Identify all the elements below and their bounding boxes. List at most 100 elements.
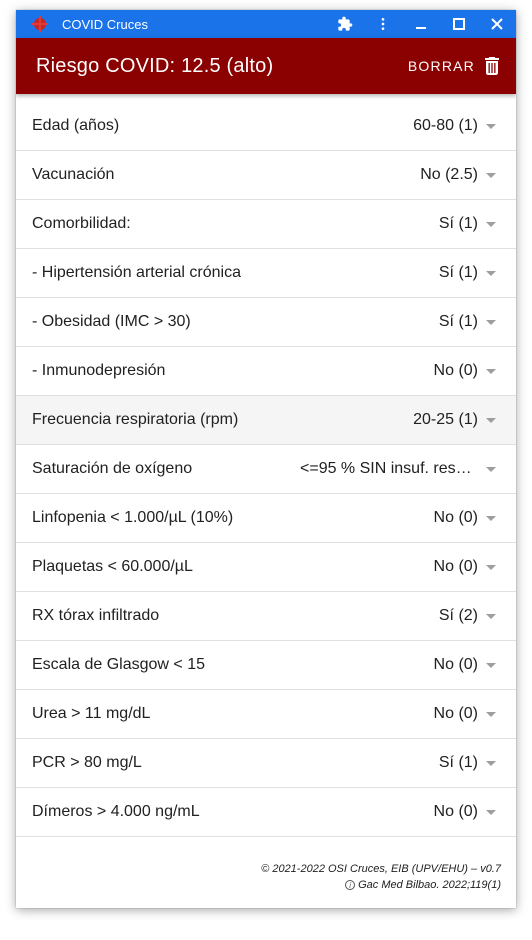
footer: © 2021-2022 OSI Cruces, EIB (UPV/EHU) – … [16, 837, 516, 893]
select-glasgow[interactable]: No (0) [434, 656, 496, 674]
row-label: Saturación de oxígeno [32, 460, 193, 477]
row-label: Linfopenia < 1.000/µL (10%) [32, 509, 234, 526]
row-value: Sí (2) [438, 607, 478, 624]
chevron-down-icon [486, 760, 496, 766]
select-plaquetas[interactable]: No (0) [434, 558, 496, 576]
row-urea[interactable]: Urea > 11 mg/dL No (0) [16, 690, 516, 739]
row-comorbilidad[interactable]: Comorbilidad: Sí (1) [16, 200, 516, 249]
chevron-down-icon [486, 466, 496, 472]
row-plaquetas[interactable]: Plaquetas < 60.000/µL No (0) [16, 543, 516, 592]
puzzle-icon [338, 16, 353, 31]
title-bar: COVID Cruces [16, 10, 516, 38]
select-rx-torax[interactable]: Sí (2) [439, 607, 496, 625]
trash-icon [485, 57, 499, 75]
row-value: Sí (1) [438, 215, 478, 232]
row-label: - Obesidad (IMC > 30) [32, 313, 191, 330]
info-icon[interactable]: i [345, 880, 356, 890]
select-saturacion-oxigeno[interactable]: <=95 % SIN insuf. respiratoria [300, 460, 496, 478]
row-label: Frecuencia respiratoria (rpm) [32, 411, 239, 428]
row-label: - Hipertensión arterial crónica [32, 264, 241, 281]
row-value: No (0) [433, 705, 478, 722]
row-value: Sí (1) [438, 754, 478, 771]
row-value: No (0) [433, 509, 478, 526]
row-label: PCR > 80 mg/L [32, 754, 142, 771]
row-value: No (0) [433, 803, 478, 820]
row-label: Dímeros > 4.000 ng/mL [32, 803, 200, 820]
row-label: Plaquetas < 60.000/µL [32, 558, 193, 575]
row-obesidad[interactable]: - Obesidad (IMC > 30) Sí (1) [16, 298, 516, 347]
minimize-icon [416, 27, 426, 29]
row-value: No (0) [433, 362, 478, 379]
row-label: Urea > 11 mg/dL [32, 705, 151, 722]
close-icon [491, 18, 503, 30]
chevron-down-icon [486, 221, 496, 227]
row-value: No (0) [433, 656, 478, 673]
select-obesidad[interactable]: Sí (1) [439, 313, 496, 331]
chevron-down-icon [486, 564, 496, 570]
select-vacunacion[interactable]: No (2.5) [420, 166, 496, 184]
select-comorbilidad[interactable]: Sí (1) [439, 215, 496, 233]
select-pcr[interactable]: Sí (1) [439, 754, 496, 772]
extensions-button[interactable] [326, 10, 364, 38]
row-label: Escala de Glasgow < 15 [32, 656, 205, 673]
row-glasgow[interactable]: Escala de Glasgow < 15 No (0) [16, 641, 516, 690]
minimize-button[interactable] [402, 10, 440, 38]
row-frecuencia-respiratoria[interactable]: Frecuencia respiratoria (rpm) 20-25 (1) [16, 396, 516, 445]
chevron-down-icon [486, 417, 496, 423]
reference-line: i Gac Med Bilbao. 2022;119(1) [16, 877, 501, 893]
chevron-down-icon [486, 515, 496, 521]
chevron-down-icon [486, 613, 496, 619]
app-header: Riesgo COVID: 12.5 (alto) BORRAR [16, 38, 516, 94]
close-button[interactable] [478, 10, 516, 38]
more-options-button[interactable] [364, 10, 402, 38]
copyright-text: © 2021-2022 OSI Cruces, EIB (UPV/EHU) – … [261, 863, 501, 875]
select-linfopenia[interactable]: No (0) [434, 509, 496, 527]
row-pcr[interactable]: PCR > 80 mg/L Sí (1) [16, 739, 516, 788]
row-label: Edad (años) [32, 117, 120, 134]
row-label: - Inmunodepresión [32, 362, 166, 379]
row-value: Sí (1) [438, 313, 478, 330]
row-value: 20-25 (1) [413, 411, 478, 428]
row-rx-torax[interactable]: RX tórax infiltrado Sí (2) [16, 592, 516, 641]
maximize-icon [453, 18, 465, 30]
row-value: No (0) [433, 558, 478, 575]
row-label: Vacunación [32, 166, 115, 183]
chevron-down-icon [486, 270, 496, 276]
covid-virus-icon [32, 16, 48, 32]
select-urea[interactable]: No (0) [434, 705, 496, 723]
chevron-down-icon [486, 319, 496, 325]
row-value: Sí (1) [438, 264, 478, 281]
row-linfopenia[interactable]: Linfopenia < 1.000/µL (10%) No (0) [16, 494, 516, 543]
row-hipertension[interactable]: - Hipertensión arterial crónica Sí (1) [16, 249, 516, 298]
chevron-down-icon [486, 711, 496, 717]
clear-button-label: BORRAR [407, 58, 475, 74]
select-frecuencia-respiratoria[interactable]: 20-25 (1) [413, 411, 496, 429]
app-window: COVID Cruces Riesgo COVID: 12.5 (alto) B… [16, 10, 516, 908]
row-dimeros[interactable]: Dímeros > 4.000 ng/mL No (0) [16, 788, 516, 837]
chevron-down-icon [486, 123, 496, 129]
row-saturacion-oxigeno[interactable]: Saturación de oxígeno <=95 % SIN insuf. … [16, 445, 516, 494]
row-label: Comorbilidad: [32, 215, 131, 232]
row-vacunacion[interactable]: Vacunación No (2.5) [16, 151, 516, 200]
select-hipertension[interactable]: Sí (1) [439, 264, 496, 282]
row-edad[interactable]: Edad (años) 60-80 (1) [16, 94, 516, 151]
window-title: COVID Cruces [62, 16, 148, 32]
maximize-button[interactable] [440, 10, 478, 38]
select-inmunodepresion[interactable]: No (0) [434, 362, 496, 380]
row-inmunodepresion[interactable]: - Inmunodepresión No (0) [16, 347, 516, 396]
risk-score-title: Riesgo COVID: 12.5 (alto) [36, 54, 274, 77]
select-edad[interactable]: 60-80 (1) [413, 117, 496, 135]
chevron-down-icon [486, 662, 496, 668]
row-value: <=95 % SIN insuf. respiratoria [300, 460, 478, 477]
risk-factor-list: Edad (años) 60-80 (1) Vacunación No (2.5… [16, 94, 516, 837]
clear-button[interactable]: BORRAR [408, 57, 500, 75]
chevron-down-icon [486, 809, 496, 815]
select-dimeros[interactable]: No (0) [434, 803, 496, 821]
row-value: 60-80 (1) [413, 117, 478, 134]
more-vert-icon [381, 18, 385, 30]
chevron-down-icon [486, 368, 496, 374]
chevron-down-icon [486, 172, 496, 178]
row-value: No (2.5) [420, 166, 478, 183]
reference-link[interactable]: Gac Med Bilbao. 2022;119(1) [358, 879, 501, 891]
row-label: RX tórax infiltrado [32, 607, 160, 624]
